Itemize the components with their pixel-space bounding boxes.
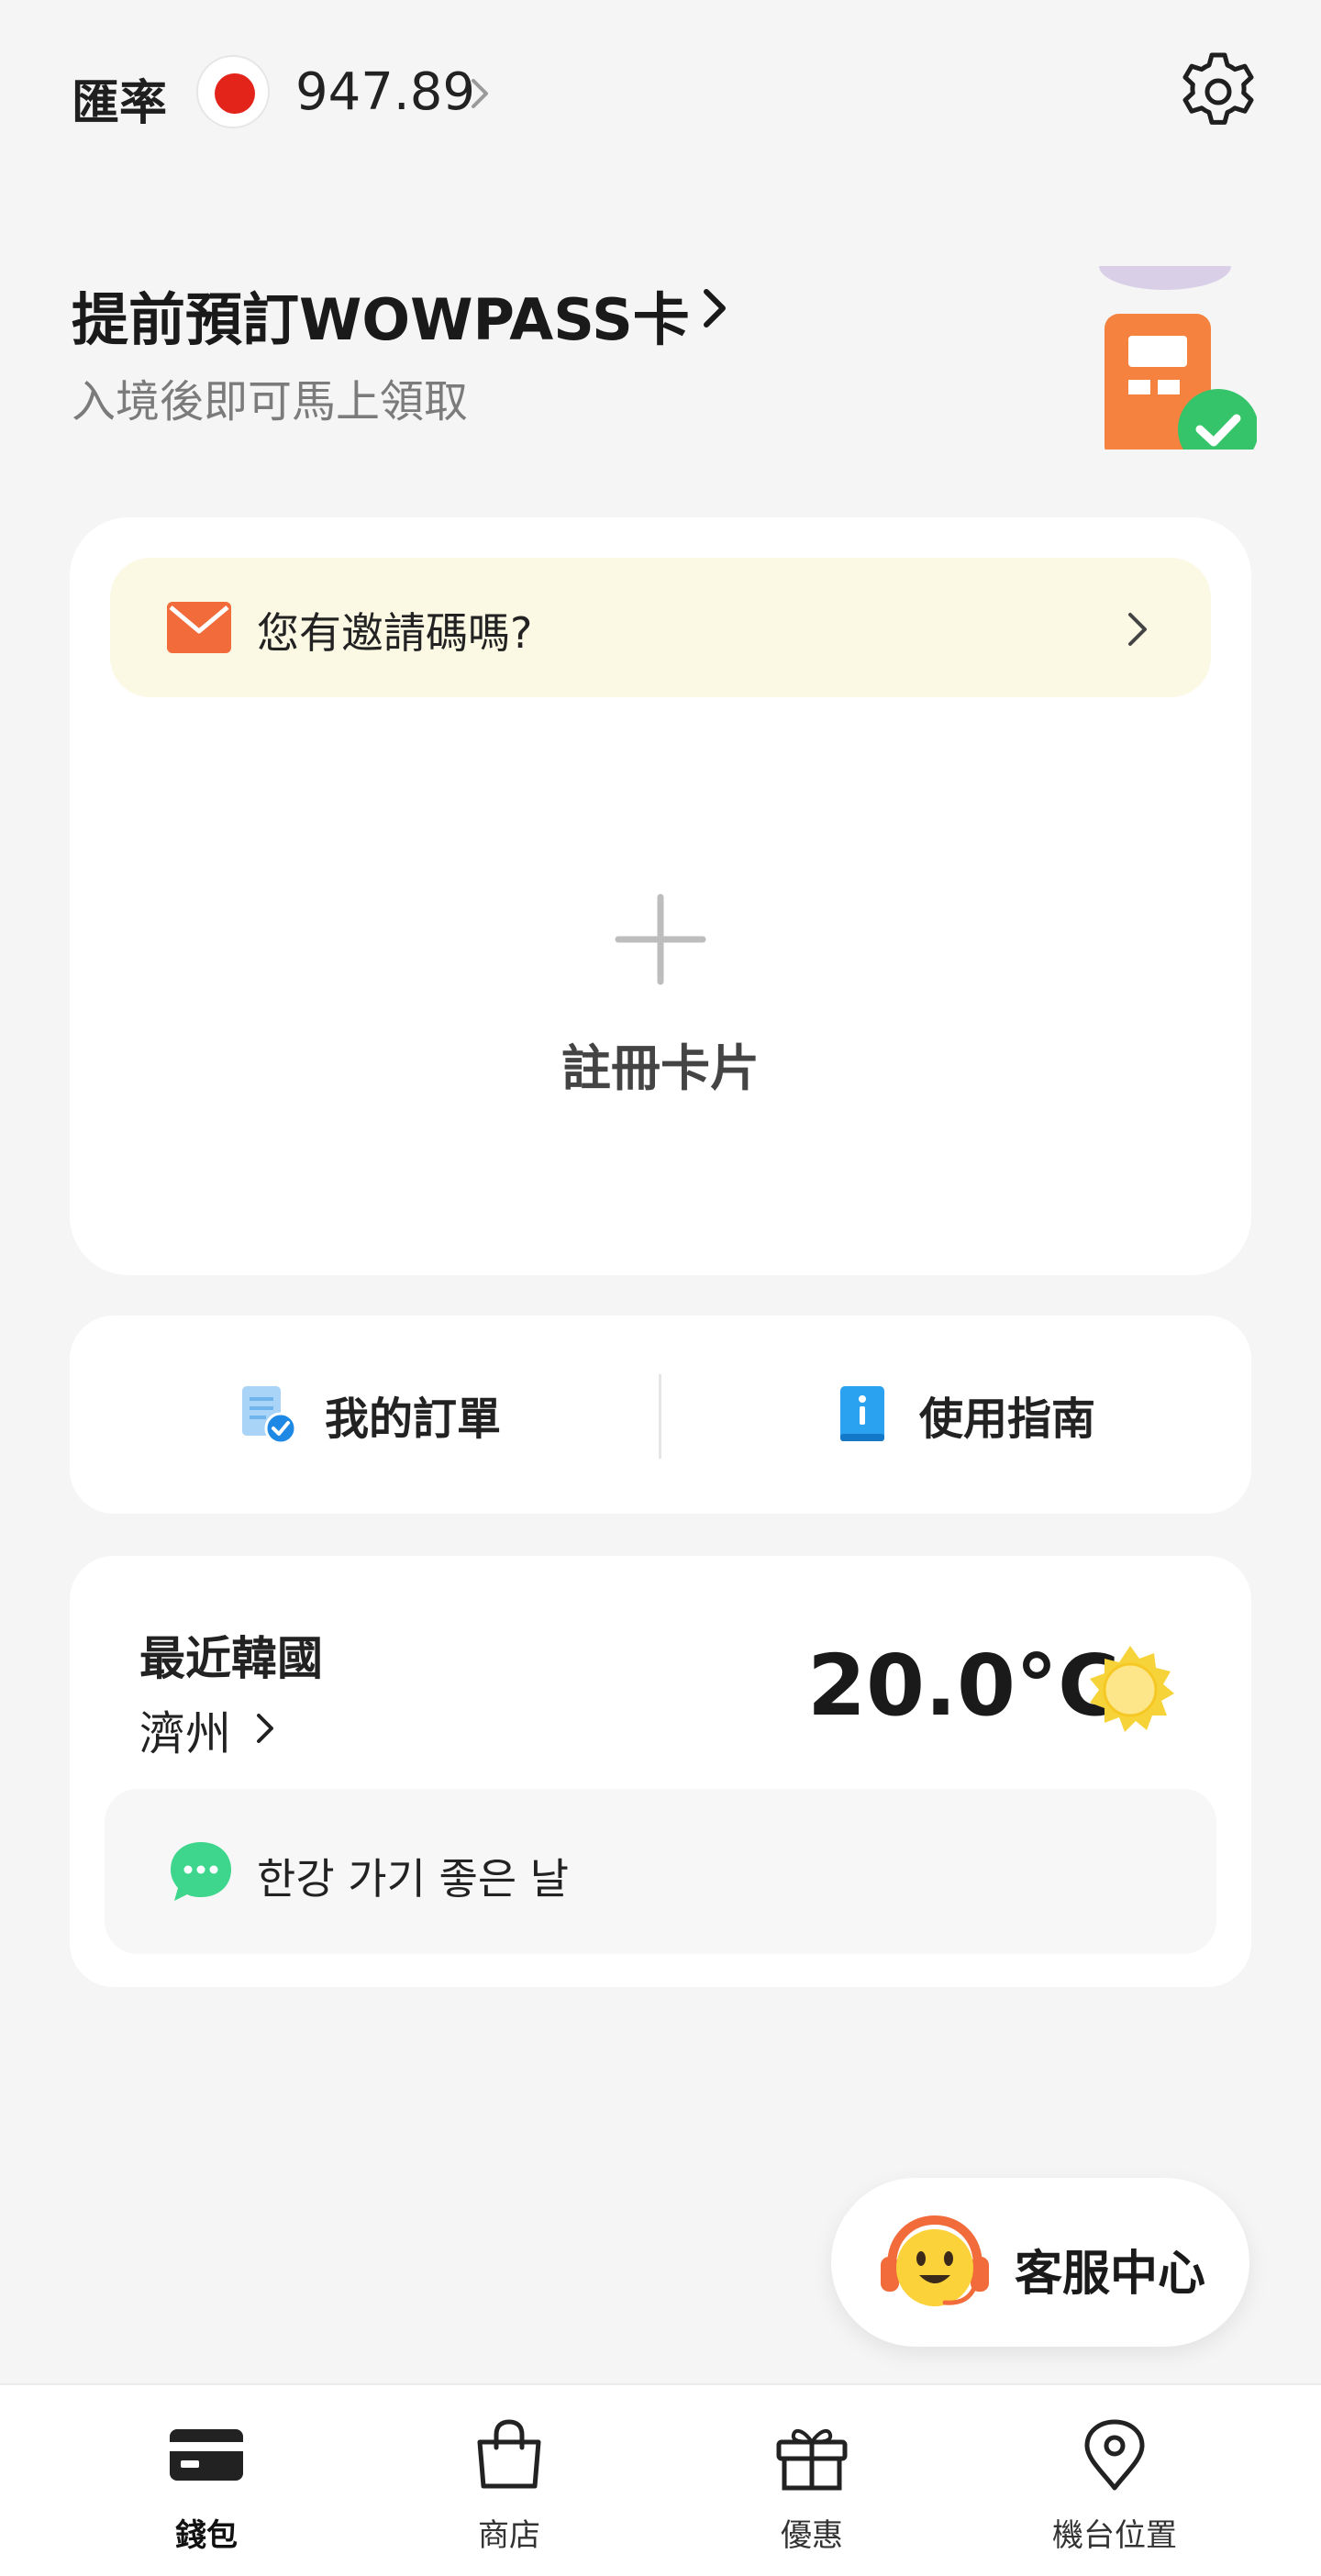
- plus-icon[interactable]: [615, 894, 706, 985]
- weather-card: 最近韓國 濟州 20.0°C 한강 가기 좋은 날: [70, 1556, 1251, 1987]
- guide-book-icon: [840, 1386, 884, 1441]
- order-doc-icon: [242, 1386, 297, 1445]
- register-card-label[interactable]: 註冊卡片: [70, 1027, 1251, 1100]
- weather-region-label: 最近韓國: [139, 1632, 323, 1685]
- customer-support-button[interactable]: 客服中心: [831, 2178, 1249, 2347]
- gear-icon[interactable]: [1174, 48, 1262, 136]
- japan-flag-icon[interactable]: [196, 55, 270, 128]
- weather-note-text: 한강 가기 좋은 날: [257, 1854, 570, 1904]
- my-orders-link[interactable]: 我的訂單: [240, 1316, 501, 1514]
- register-card-panel: 您有邀請碼嗎? 註冊卡片: [70, 517, 1251, 1275]
- exchange-rate-value[interactable]: 947.89: [295, 62, 475, 122]
- location-pin-icon: [1084, 2419, 1145, 2491]
- invite-code-text: 您有邀請碼嗎?: [257, 608, 533, 658]
- promo-title[interactable]: 提前預訂WOWPASS卡: [72, 273, 690, 356]
- shopping-bag-icon: [477, 2419, 541, 2489]
- support-agent-icon: [881, 2215, 989, 2306]
- customer-support-label: 客服中心: [1015, 2247, 1206, 2302]
- weather-temperature: 20.0°C: [807, 1637, 1120, 1735]
- header-bar: 匯率 947.89: [0, 0, 1321, 183]
- chevron-right-icon[interactable]: [699, 284, 730, 332]
- chevron-right-icon[interactable]: [466, 73, 494, 114]
- bottom-navigation: 錢包 商店 優惠 機台位置: [0, 2383, 1321, 2576]
- chat-bubble-icon: [171, 1842, 231, 1901]
- nav-item-locations[interactable]: 機台位置: [1005, 2385, 1225, 2576]
- envelope-icon: [167, 602, 231, 653]
- user-guide-link[interactable]: 使用指南: [835, 1316, 1095, 1514]
- user-guide-label: 使用指南: [919, 1393, 1096, 1445]
- chevron-right-icon[interactable]: [253, 1710, 277, 1747]
- invite-code-banner[interactable]: 您有邀請碼嗎?: [110, 558, 1211, 697]
- nav-label-locations: 機台位置: [1052, 2517, 1177, 2554]
- nav-item-wallet[interactable]: 錢包: [96, 2385, 316, 2576]
- my-orders-label: 我的訂單: [325, 1393, 502, 1445]
- weather-city[interactable]: 濟州: [139, 1697, 231, 1763]
- nav-label-shop: 商店: [478, 2517, 540, 2554]
- exchange-rate-label: 匯率: [72, 76, 168, 131]
- kiosk-check-illustration[interactable]: [1082, 266, 1257, 450]
- chevron-right-icon: [1128, 613, 1147, 646]
- promo-subtitle: 入境後即可馬上領取: [72, 376, 469, 427]
- nav-label-benefits: 優惠: [781, 2517, 843, 2554]
- quick-links-card: 我的訂單 使用指南: [70, 1316, 1251, 1514]
- nav-item-shop[interactable]: 商店: [399, 2385, 619, 2576]
- nav-item-benefits[interactable]: 優惠: [702, 2385, 922, 2576]
- wallet-card-icon: [170, 2429, 243, 2481]
- gift-icon: [776, 2428, 848, 2491]
- nav-label-wallet: 錢包: [175, 2517, 238, 2554]
- weather-note: 한강 가기 좋은 날: [105, 1789, 1216, 1954]
- divider: [659, 1374, 661, 1459]
- sun-icon: [1090, 1646, 1174, 1732]
